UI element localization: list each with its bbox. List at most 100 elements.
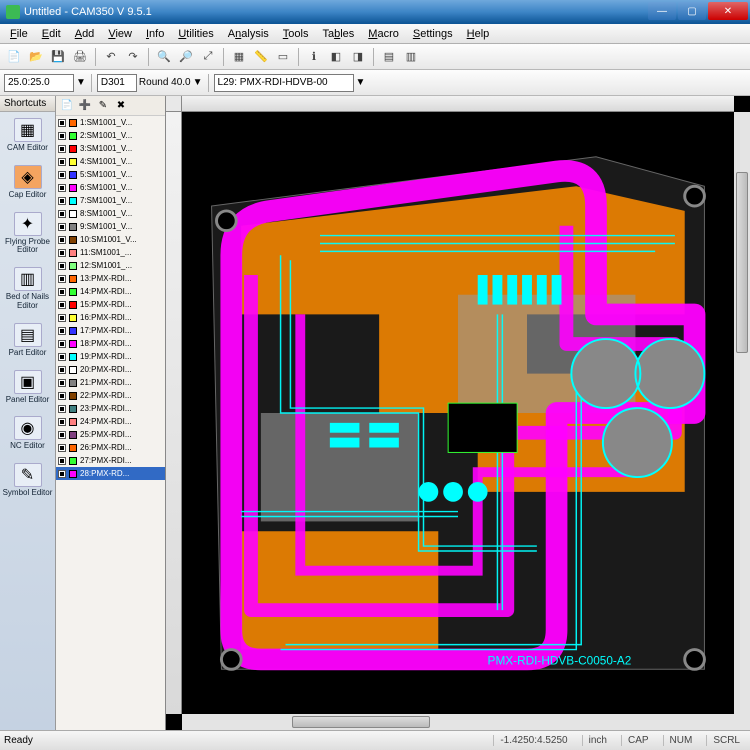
menu-settings[interactable]: Settings (407, 26, 459, 42)
layer-row[interactable]: 24:PMX-RDI... (56, 415, 165, 428)
layer-row[interactable]: 18:PMX-RDI... (56, 337, 165, 350)
layer-visibility-checkbox[interactable] (58, 353, 66, 361)
layer-row[interactable]: 25:PMX-RDI... (56, 428, 165, 441)
layer-color-swatch[interactable] (69, 353, 77, 361)
layer-color-swatch[interactable] (69, 444, 77, 452)
layer-color-swatch[interactable] (69, 119, 77, 127)
layer-color-swatch[interactable] (69, 405, 77, 413)
layer-visibility-checkbox[interactable] (58, 327, 66, 335)
menu-utilities[interactable]: Utilities (172, 26, 219, 42)
layer-row[interactable]: 5:SM1001_V... (56, 168, 165, 181)
layer-color-swatch[interactable] (69, 431, 77, 439)
layer-visibility-checkbox[interactable] (58, 223, 66, 231)
toggle-b-icon[interactable]: ◨ (348, 47, 368, 67)
pcb-canvas[interactable]: PMX-RDI-HDVB-C0050-A2 (182, 112, 734, 714)
layer-delete-icon[interactable]: ✖ (114, 99, 128, 113)
layer-visibility-checkbox[interactable] (58, 288, 66, 296)
menu-add[interactable]: Add (69, 26, 101, 42)
print-icon[interactable]: 🖨 (70, 47, 90, 67)
redo-icon[interactable]: ↷ (123, 47, 143, 67)
layer-visibility-checkbox[interactable] (58, 210, 66, 218)
title-bar[interactable]: Untitled - CAM350 V 9.5.1 — ▢ ✕ (0, 0, 750, 24)
shortcut-cam-editor[interactable]: ▦CAM Editor (0, 112, 55, 159)
layer-row[interactable]: 17:PMX-RDI... (56, 324, 165, 337)
layer-add-icon[interactable]: ➕ (78, 99, 92, 113)
layer-row[interactable]: 11:SM1001_... (56, 246, 165, 259)
layer-visibility-checkbox[interactable] (58, 197, 66, 205)
layer-visibility-checkbox[interactable] (58, 314, 66, 322)
layer-color-swatch[interactable] (69, 197, 77, 205)
minimize-button[interactable]: — (648, 2, 676, 20)
layer-color-swatch[interactable] (69, 275, 77, 283)
menu-help[interactable]: Help (461, 26, 496, 42)
layer-color-swatch[interactable] (69, 223, 77, 231)
layer-color-swatch[interactable] (69, 379, 77, 387)
layer-visibility-checkbox[interactable] (58, 236, 66, 244)
open-icon[interactable]: 📂 (26, 47, 46, 67)
layer-visibility-checkbox[interactable] (58, 392, 66, 400)
menu-info[interactable]: Info (140, 26, 170, 42)
menu-tools[interactable]: Tools (277, 26, 315, 42)
layer-visibility-checkbox[interactable] (58, 275, 66, 283)
layer-color-swatch[interactable] (69, 392, 77, 400)
layer-visibility-checkbox[interactable] (58, 119, 66, 127)
layer-visibility-checkbox[interactable] (58, 145, 66, 153)
layer-row[interactable]: 7:SM1001_V... (56, 194, 165, 207)
menu-analysis[interactable]: Analysis (222, 26, 275, 42)
toggle-a-icon[interactable]: ◧ (326, 47, 346, 67)
layer-edit-icon[interactable]: ✎ (96, 99, 110, 113)
layer-row[interactable]: 20:PMX-RDI... (56, 363, 165, 376)
layer-list[interactable]: 1:SM1001_V...2:SM1001_V...3:SM1001_V...4… (56, 116, 165, 730)
menu-macro[interactable]: Macro (362, 26, 405, 42)
layer-new-icon[interactable]: 📄 (60, 99, 74, 113)
shortcut-bed-of-nails[interactable]: ▥Bed of Nails Editor (0, 261, 55, 317)
dcode-input[interactable] (97, 74, 137, 92)
zoom-fit-icon[interactable]: ⤢ (198, 47, 218, 67)
layer-visibility-checkbox[interactable] (58, 405, 66, 413)
layer-color-swatch[interactable] (69, 132, 77, 140)
layer-color-swatch[interactable] (69, 314, 77, 322)
layer-visibility-checkbox[interactable] (58, 431, 66, 439)
layer-color-swatch[interactable] (69, 249, 77, 257)
layer-color-swatch[interactable] (69, 418, 77, 426)
coord-input[interactable] (4, 74, 74, 92)
layer-color-swatch[interactable] (69, 184, 77, 192)
close-button[interactable]: ✕ (708, 2, 748, 20)
layer-visibility-checkbox[interactable] (58, 301, 66, 309)
layer-icon[interactable]: ▦ (229, 47, 249, 67)
layer-color-swatch[interactable] (69, 457, 77, 465)
shortcut-panel-editor[interactable]: ▣Panel Editor (0, 364, 55, 411)
layer-color-swatch[interactable] (69, 171, 77, 179)
zoom-out-icon[interactable]: 🔎 (176, 47, 196, 67)
layer-color-swatch[interactable] (69, 301, 77, 309)
new-icon[interactable]: 📄 (4, 47, 24, 67)
layer-color-swatch[interactable] (69, 470, 77, 478)
menu-view[interactable]: View (102, 26, 138, 42)
layer-row[interactable]: 10:SM1001_V... (56, 233, 165, 246)
layer-row[interactable]: 12:SM1001_... (56, 259, 165, 272)
layer-row[interactable]: 26:PMX-RDI... (56, 441, 165, 454)
save-icon[interactable]: 💾 (48, 47, 68, 67)
layer-color-swatch[interactable] (69, 340, 77, 348)
select-icon[interactable]: ▭ (273, 47, 293, 67)
layer-color-swatch[interactable] (69, 158, 77, 166)
ruler-vertical[interactable] (166, 112, 182, 714)
scrollbar-vertical[interactable] (734, 112, 750, 714)
layer-visibility-checkbox[interactable] (58, 158, 66, 166)
layer-visibility-checkbox[interactable] (58, 262, 66, 270)
scroll-thumb-h[interactable] (292, 716, 430, 728)
shortcut-cap-editor[interactable]: ◈Cap Editor (0, 159, 55, 206)
undo-icon[interactable]: ↶ (101, 47, 121, 67)
layer-row[interactable]: 19:PMX-RDI... (56, 350, 165, 363)
shortcut-nc-editor[interactable]: ◉NC Editor (0, 410, 55, 457)
maximize-button[interactable]: ▢ (678, 2, 706, 20)
scroll-thumb-v[interactable] (736, 172, 748, 353)
layer-row[interactable]: 28:PMX-RD... (56, 467, 165, 480)
layer-row[interactable]: 27:PMX-RDI... (56, 454, 165, 467)
menu-edit[interactable]: Edit (36, 26, 67, 42)
outline-mode-icon[interactable]: ▥ (401, 47, 421, 67)
measure-icon[interactable]: 📏 (251, 47, 271, 67)
scrollbar-horizontal[interactable] (182, 714, 734, 730)
layer-row[interactable]: 15:PMX-RDI... (56, 298, 165, 311)
layer-select-input[interactable] (214, 74, 354, 92)
